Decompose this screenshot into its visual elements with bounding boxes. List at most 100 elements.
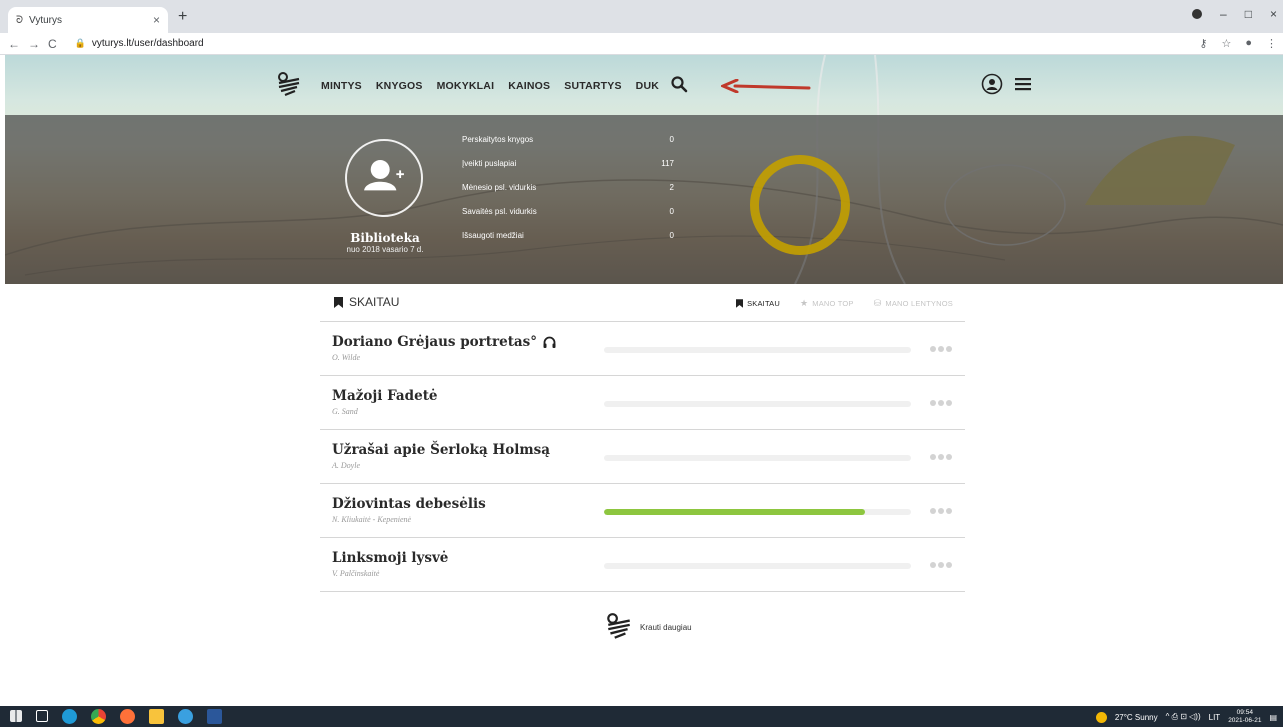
new-tab-button[interactable]: + [178,8,187,26]
section-title: SKAITAU [334,295,399,309]
time: 09:54 [1236,709,1253,716]
nav-sutartys[interactable]: SUTARTYS [564,80,621,92]
tab-mano-top[interactable]: ★ MANO TOP [800,298,854,309]
nav-duk[interactable]: DUK [636,80,659,92]
site-header: MINTYS KNYGOS MOKYKLAI KAINOS SUTARTYS D… [5,55,1283,284]
list-item[interactable]: Mažoji Fadetė G. Sand [320,376,965,430]
list-tabs: SKAITAU ★ MANO TOP ⛁ MANO LENTYNOS [736,298,953,309]
tab-mano-lentynos[interactable]: ⛁ MANO LENTYNOS [874,298,953,309]
bookmark-star-icon[interactable]: ☆ [1221,37,1231,50]
nav-links: MINTYS KNYGOS MOKYKLAI KAINOS SUTARTYS D… [321,80,659,92]
stat-label: Įveikti puslapiai [462,159,517,168]
progress-bar [604,509,911,515]
more-options-icon[interactable] [930,346,952,352]
nav-mokyklai[interactable]: MOKYKLAI [437,80,495,92]
browser-tab-bar: ᘐ Vyturys × + – □ × [0,0,1283,33]
progress-bar [604,563,911,569]
book-author: O. Wilde [332,353,360,362]
profile-icon[interactable]: ● [1245,37,1252,50]
load-more-label: Krauti daugiau [640,622,692,632]
clock[interactable]: 09:54 2021-06-21 [1228,709,1261,725]
book-list: Doriano Grėjaus portretas° O. Wilde Mažo… [320,322,965,592]
list-item[interactable]: Užrašai apie Šerloką Holmsą A. Doyle [320,430,965,484]
nav-kainos[interactable]: KAINOS [508,80,550,92]
tray-icons[interactable]: ^ ⎙ ⊡ ◁)) [1166,712,1201,722]
nav-knygos[interactable]: KNYGOS [376,80,423,92]
book-title[interactable]: Mažoji Fadetė [332,388,438,404]
notification-icon[interactable]: ▤ [1269,713,1277,722]
book-title[interactable]: Linksmoji lysvė [332,550,448,566]
date: 2021-06-21 [1228,717,1262,724]
reload-button[interactable]: C [48,37,57,51]
stat-value: 2 [669,183,674,192]
os-taskbar: 27°C Sunny ^ ⎙ ⊡ ◁)) LIT 09:54 2021-06-2… [0,706,1283,727]
edge-icon[interactable] [62,709,77,724]
profile-name: Biblioteka [350,231,420,245]
progress-fill [604,509,865,515]
system-tray: 27°C Sunny ^ ⎙ ⊡ ◁)) LIT 09:54 2021-06-2… [1095,709,1277,725]
back-button[interactable]: ← [8,37,20,51]
section-title-text: SKAITAU [349,295,400,309]
stat-value: 0 [669,207,674,216]
vyturys-logo-icon[interactable] [275,71,303,99]
firefox-icon[interactable] [120,709,135,724]
avatar[interactable] [345,139,423,217]
bookmark-icon [736,299,744,308]
browser-toolbar: ← → C 🔒 vyturys.lt/user/dashboard ⚷ ☆ ● … [0,33,1283,55]
list-item[interactable]: Doriano Grėjaus portretas° O. Wilde [320,322,965,376]
progress-bar [604,347,911,353]
minimize-button[interactable]: – [1220,7,1227,21]
weather-sun-icon[interactable] [1095,711,1107,723]
hamburger-menu-icon[interactable] [1015,77,1031,91]
close-window-button[interactable]: × [1270,7,1277,21]
window-controls: – □ × [1192,7,1277,21]
tab-label: MANO LENTYNOS [885,299,953,308]
search-icon[interactable] [670,75,688,93]
address-bar[interactable]: 🔒 vyturys.lt/user/dashboard [75,38,204,49]
tab-label: SKAITAU [747,299,780,308]
browser-tab[interactable]: ᘐ Vyturys × [8,7,168,33]
book-title[interactable]: Užrašai apie Šerloką Holmsą [332,442,550,458]
stat-label: Perskaitytos knygos [462,135,534,144]
book-title-text: Doriano Grėjaus portretas° [332,334,538,350]
app-icon[interactable] [178,709,193,724]
browser-menu-icon[interactable]: ⋮ [1266,37,1277,50]
progress-ring [750,155,850,255]
file-explorer-icon[interactable] [149,709,164,724]
more-options-icon[interactable] [930,508,952,514]
chrome-icon[interactable] [91,709,106,724]
user-account-icon[interactable] [981,73,1003,95]
list-item[interactable]: Džiovintas debesėlis N. Kliukaitė - Kepe… [320,484,965,538]
book-author: V. Palčinskaitė [332,569,380,578]
add-user-icon [364,159,404,191]
weather-text[interactable]: 27°C Sunny [1115,713,1158,722]
list-item[interactable]: Linksmoji lysvė V. Palčinskaitė [320,538,965,592]
tab-close-icon[interactable]: × [153,13,160,27]
language-indicator[interactable]: LIT [1209,713,1221,722]
stat-row: Savaitės psl. vidurkis 0 [462,207,674,231]
key-icon[interactable]: ⚷ [1199,37,1207,50]
forward-button[interactable]: → [28,37,40,51]
stat-row: Išsaugoti medžiai 0 [462,231,674,255]
word-icon[interactable] [207,709,222,724]
more-options-icon[interactable] [930,562,952,568]
book-author: A. Doyle [332,461,360,470]
windows-start-icon[interactable] [10,710,22,722]
more-options-icon[interactable] [930,454,952,460]
top-navigation: MINTYS KNYGOS MOKYKLAI KAINOS SUTARTYS D… [5,55,1283,115]
task-view-icon[interactable] [36,710,48,722]
book-title[interactable]: Doriano Grėjaus portretas° [332,334,556,350]
load-more-button[interactable]: Krauti daugiau [604,612,692,642]
tab-skaitau[interactable]: SKAITAU [736,298,780,309]
star-icon: ★ [800,298,809,308]
maximize-button[interactable]: □ [1245,7,1252,21]
url-text: vyturys.lt/user/dashboard [91,38,204,49]
stat-label: Savaitės psl. vidurkis [462,207,537,216]
book-author: N. Kliukaitė - Kepenienė [332,515,412,524]
record-icon[interactable] [1192,9,1203,19]
book-title[interactable]: Džiovintas debesėlis [332,496,486,512]
nav-mintys[interactable]: MINTYS [321,80,362,92]
lock-icon: 🔒 [74,38,86,48]
more-options-icon[interactable] [930,400,952,406]
reading-list-header: SKAITAU SKAITAU ★ MANO TOP ⛁ MANO LENTYN… [320,290,965,322]
